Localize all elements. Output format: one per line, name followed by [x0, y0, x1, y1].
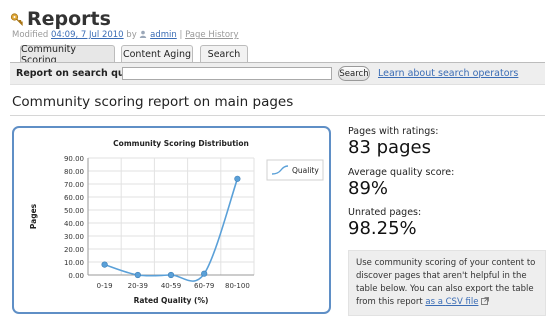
meta-separator: | — [179, 30, 183, 40]
community-scoring-chart: Community Scoring Distribution 0.00 10.00 2… — [29, 139, 324, 305]
x-axis-label: Rated Quality (%) — [134, 296, 209, 305]
data-point — [134, 271, 141, 279]
chart-panel: Community Scoring Distribution 0.00 10.00 2… — [12, 126, 331, 314]
x-tick-label: 40-59 — [161, 282, 181, 290]
modified-label: Modified — [12, 30, 49, 40]
search-input[interactable] — [122, 67, 332, 80]
csv-link-prefix: as a — [425, 297, 443, 307]
y-tick-label: 60.00 — [64, 194, 84, 202]
reports-page: Reports Modified 04:09, 7 Jul 2010 by ad… — [0, 0, 555, 332]
data-point — [201, 270, 208, 277]
stat-average-quality: Average quality score: 89% — [348, 167, 454, 205]
modified-date-link[interactable]: 04:09, 7 Jul 2010 — [51, 30, 124, 40]
x-tick-label: 20-39 — [128, 282, 148, 290]
stat-label: Average quality score: — [348, 167, 455, 178]
tab-label: Content Aging — [122, 49, 192, 60]
data-point — [234, 175, 241, 182]
heading-divider — [10, 115, 545, 116]
series-line — [104, 178, 239, 282]
stat-pages-with-ratings: Pages with ratings: 83 pages — [348, 126, 438, 164]
csv-link-text: CSV file — [445, 297, 479, 307]
x-tick-label: 0-19 — [97, 282, 113, 290]
report-heading: Community scoring report on main pages — [12, 94, 294, 110]
y-axis-label: Pages — [29, 203, 38, 229]
page-meta: Modified 04:09, 7 Jul 2010 by admin | Pa… — [12, 30, 239, 40]
stat-label: Pages with ratings: — [348, 126, 439, 137]
data-point — [101, 261, 108, 268]
page-title: Reports — [27, 8, 111, 30]
chart-title: Community Scoring Distribution — [113, 139, 249, 148]
tab-community-scoring[interactable]: Community Scoring — [20, 44, 115, 66]
info-box: Use community scoring of your content to… — [348, 250, 546, 316]
y-tick-label: 0.00 — [68, 272, 84, 280]
y-tick-label: 90.00 — [64, 155, 84, 163]
y-tick-label: 80.00 — [64, 168, 84, 176]
by-label: by — [126, 30, 137, 40]
tab-content-aging[interactable]: Content Aging — [121, 45, 193, 63]
external-link-icon — [481, 297, 490, 305]
y-tick-label: 30.00 — [64, 233, 84, 241]
author-link[interactable]: admin — [150, 30, 177, 40]
y-tick-label: 10.00 — [64, 259, 84, 267]
stat-value: 98.25% — [348, 218, 417, 239]
stat-label: Unrated pages: — [348, 207, 422, 218]
search-button[interactable]: Search — [338, 66, 370, 81]
search-bar: Report on search query: Search Learn abo… — [10, 63, 545, 85]
page-history-link[interactable]: Page History — [185, 30, 239, 40]
user-icon — [140, 30, 147, 38]
x-tick-label: 60-79 — [194, 282, 214, 290]
key-icon — [10, 12, 24, 26]
x-tick-label: 80-100 — [225, 282, 250, 290]
csv-export-link[interactable]: as a CSV file — [425, 297, 478, 307]
stat-value: 83 pages — [348, 137, 431, 158]
y-tick-label: 70.00 — [64, 181, 84, 189]
tab-search[interactable]: Search — [200, 45, 248, 63]
y-tick-label: 50.00 — [64, 207, 84, 215]
stat-unrated-pages: Unrated pages: 98.25% — [348, 207, 421, 245]
stat-value: 89% — [348, 178, 389, 199]
search-operators-link[interactable]: Learn about search operators — [378, 68, 518, 79]
legend-label: Quality — [292, 166, 319, 175]
tab-label: Search — [207, 49, 241, 60]
y-tick-label: 20.00 — [64, 246, 84, 254]
y-tick-label: 40.00 — [64, 220, 84, 228]
data-point — [167, 271, 175, 279]
page-title-row: Reports — [10, 8, 111, 30]
